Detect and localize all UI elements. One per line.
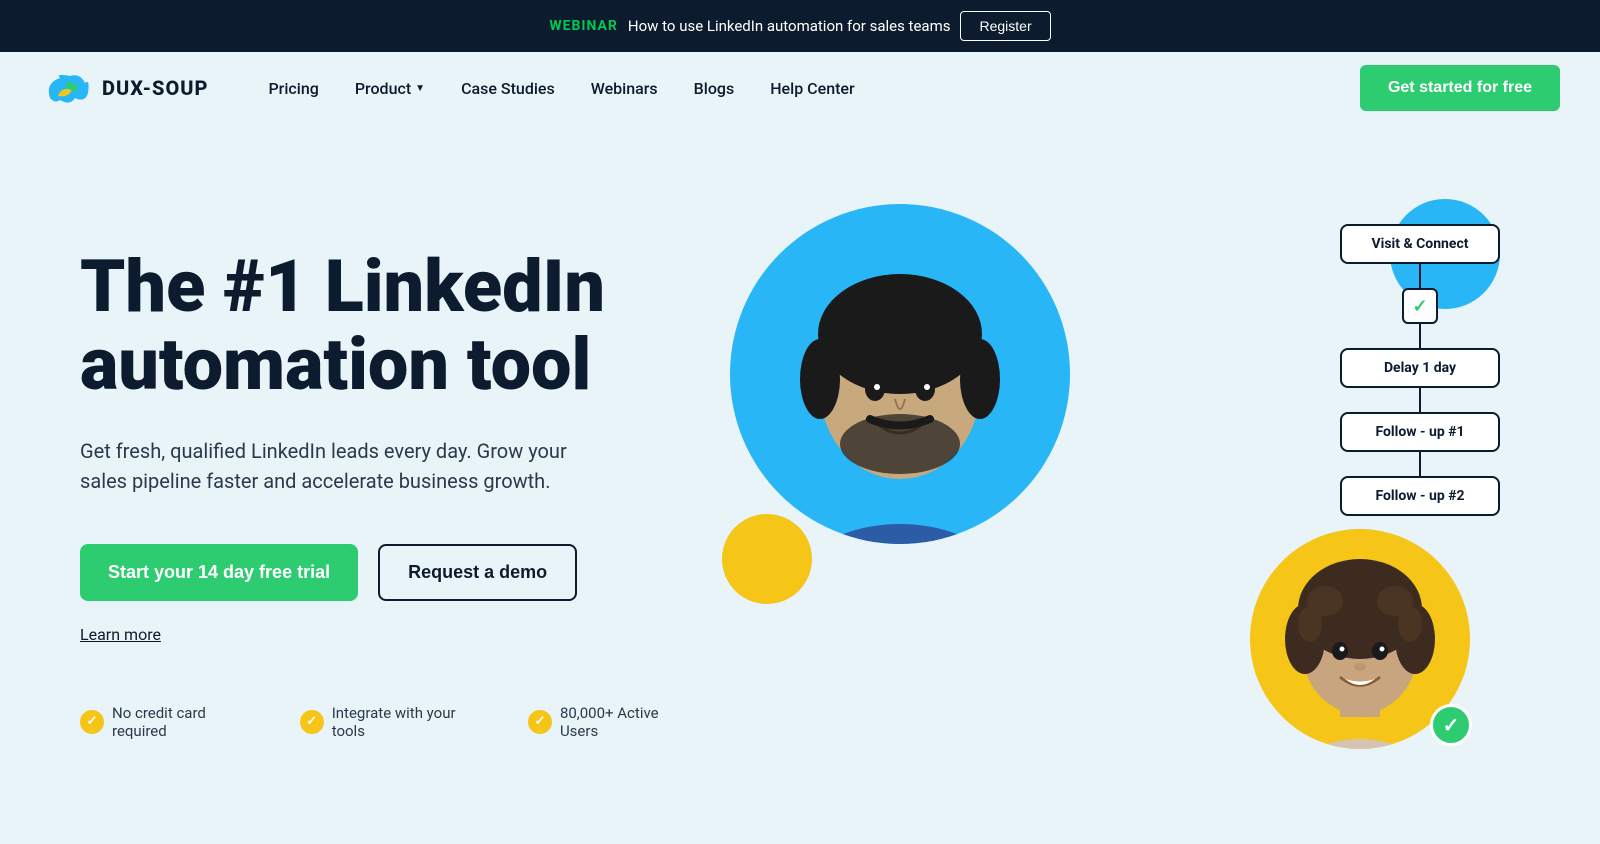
flow-connector-4 bbox=[1419, 452, 1421, 476]
nav-links: Pricing Product▼ Case Studies Webinars B… bbox=[268, 79, 1360, 98]
nav-product[interactable]: Product▼ bbox=[355, 79, 425, 98]
check-icon: ✓ bbox=[1412, 296, 1427, 317]
check-icon-3: ✓ bbox=[528, 710, 552, 734]
flow-step-followup-1: Follow - up #1 bbox=[1340, 412, 1500, 452]
banner-text: How to use LinkedIn automation for sales… bbox=[628, 17, 951, 35]
person-1-circle bbox=[730, 204, 1070, 544]
nav-case-studies[interactable]: Case Studies bbox=[461, 79, 555, 98]
badge-label-2: Integrate with your tools bbox=[332, 704, 492, 740]
nav-webinars[interactable]: Webinars bbox=[591, 79, 658, 98]
webinar-label: WEBINAR bbox=[549, 18, 618, 34]
demo-button[interactable]: Request a demo bbox=[378, 544, 577, 601]
hero-subtitle: Get fresh, qualified LinkedIn leads ever… bbox=[80, 436, 600, 496]
badges-row: ✓ No credit card required ✓ Integrate wi… bbox=[80, 704, 700, 740]
badge-no-credit-card: ✓ No credit card required bbox=[80, 704, 264, 740]
logo-text: DUX-SOUP bbox=[102, 76, 208, 100]
register-button[interactable]: Register bbox=[960, 11, 1050, 41]
nav-help-center[interactable]: Help Center bbox=[770, 79, 854, 98]
flow-connector-2 bbox=[1419, 324, 1421, 348]
flow-check-box: ✓ bbox=[1402, 288, 1438, 324]
badge-active-users: ✓ 80,000+ Active Users bbox=[528, 704, 700, 740]
logo-icon bbox=[40, 68, 92, 108]
flow-step-delay: Delay 1 day bbox=[1340, 348, 1500, 388]
flow-connector-3 bbox=[1419, 388, 1421, 412]
yellow-accent-circle bbox=[722, 514, 812, 604]
chevron-down-icon: ▼ bbox=[415, 83, 425, 94]
check-mark-icon: ✓ bbox=[1443, 713, 1460, 737]
learn-more-link[interactable]: Learn more bbox=[80, 625, 161, 644]
flow-step-followup-2: Follow - up #2 bbox=[1340, 476, 1500, 516]
flow-diagram: Visit & Connect ✓ Delay 1 day Follow - u… bbox=[1340, 224, 1500, 516]
badge-integrate: ✓ Integrate with your tools bbox=[300, 704, 492, 740]
badge-label-3: 80,000+ Active Users bbox=[560, 704, 700, 740]
hero-title: The #1 LinkedIn automation tool bbox=[80, 248, 700, 404]
check-icon-1: ✓ bbox=[80, 710, 104, 734]
flow-step-visit-connect: Visit & Connect bbox=[1340, 224, 1500, 264]
badge-label-1: No credit card required bbox=[112, 704, 264, 740]
logo[interactable]: DUX-SOUP bbox=[40, 68, 208, 108]
hero-section: The #1 LinkedIn automation tool Get fres… bbox=[0, 124, 1600, 844]
nav-pricing[interactable]: Pricing bbox=[268, 79, 318, 98]
green-check-badge: ✓ bbox=[1430, 704, 1472, 746]
person-man-svg bbox=[730, 204, 1070, 544]
cta-row: Start your 14 day free trial Request a d… bbox=[80, 544, 700, 601]
navbar: DUX-SOUP Pricing Product▼ Case Studies W… bbox=[0, 52, 1600, 124]
flow-connector-1 bbox=[1419, 264, 1421, 288]
check-icon-2: ✓ bbox=[300, 710, 324, 734]
hero-content: The #1 LinkedIn automation tool Get fres… bbox=[80, 248, 700, 740]
get-started-button[interactable]: Get started for free bbox=[1360, 65, 1560, 111]
trial-button[interactable]: Start your 14 day free trial bbox=[80, 544, 358, 601]
nav-blogs[interactable]: Blogs bbox=[694, 79, 735, 98]
hero-illustration: ✓ Visit & Connect ✓ Delay 1 day Follow -… bbox=[700, 184, 1520, 804]
top-banner: WEBINAR How to use LinkedIn automation f… bbox=[0, 0, 1600, 52]
